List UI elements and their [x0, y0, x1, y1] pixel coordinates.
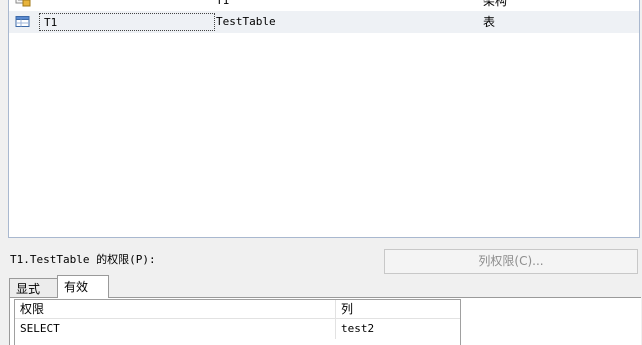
- tab-effective[interactable]: 有效: [57, 275, 109, 298]
- column-header-permission[interactable]: 权限: [15, 300, 335, 318]
- column-header-column[interactable]: 列: [335, 300, 460, 318]
- securable-type: 表: [483, 15, 496, 29]
- permissions-grid[interactable]: 权限 列 SELECT test2: [14, 299, 461, 345]
- table-row[interactable]: SELECT test2: [15, 319, 460, 339]
- securables-list[interactable]: T1 架构 T1 TestTable 表: [8, 0, 640, 238]
- schema-icon: [15, 0, 31, 7]
- tab-page-effective: 权限 列 SELECT test2: [9, 297, 641, 345]
- tab-explicit[interactable]: 显式: [9, 278, 58, 298]
- securable-schema: T1: [39, 13, 215, 31]
- securable-row-selected[interactable]: T1 TestTable 表: [9, 11, 639, 33]
- column-permissions-button[interactable]: 列权限(C)...: [384, 249, 638, 274]
- permissions-label: T1.TestTable 的权限(P):: [10, 253, 156, 266]
- table-icon: [15, 15, 31, 29]
- column-cell: test2: [335, 319, 460, 339]
- permission-cell: SELECT: [20, 322, 60, 335]
- securable-name: TestTable: [216, 15, 276, 28]
- permissions-dialog: T1 架构 T1 TestTable 表 T1.TestTable 的权限(P)…: [0, 0, 642, 345]
- grid-header: 权限 列: [15, 300, 460, 319]
